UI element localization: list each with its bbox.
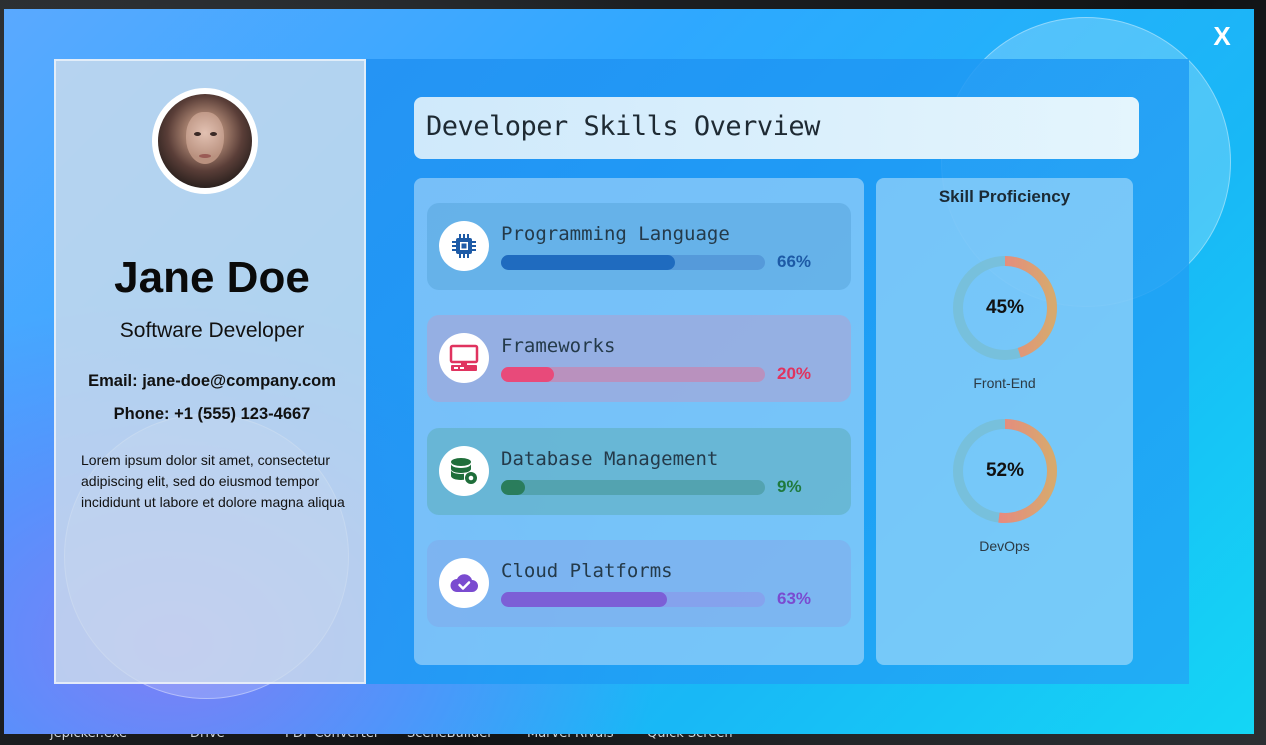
skill-label: Database Management: [501, 448, 719, 470]
skill-label: Frameworks: [501, 335, 616, 357]
skill-percent: 63%: [777, 589, 812, 608]
donut-label: DevOps: [979, 538, 1030, 554]
proficiency-title: Skill Proficiency: [938, 187, 1071, 206]
donut-chart-front-end: 45%: [950, 253, 1060, 363]
skill-percent: 20%: [777, 364, 812, 383]
skill-progress-track: [501, 592, 765, 607]
skills-panel: Programming Language 66% Frameworks 20%: [414, 178, 864, 665]
profile-role: Software Developer: [119, 319, 305, 342]
skill-progress-fill: [501, 367, 554, 382]
skill-progress-track: [501, 367, 765, 382]
avatar: [152, 88, 258, 194]
proficiency-panel: Skill Proficiency 45% Front-End 52% DevO…: [876, 178, 1133, 665]
desktop-computer-icon: [439, 333, 489, 383]
profile-phone: Phone: +1 (555) 123-4667: [113, 405, 311, 423]
skill-label: Cloud Platforms: [501, 560, 673, 582]
close-button[interactable]: X: [1208, 21, 1236, 51]
skill-card-programming-language: Programming Language 66%: [427, 203, 851, 290]
skill-progress-fill: [501, 592, 668, 607]
profile-email: Email: jane-doe@company.com: [88, 372, 336, 390]
database-gear-icon: [439, 446, 489, 496]
skill-progress-fill: [501, 255, 676, 270]
skill-percent: 66%: [777, 252, 812, 271]
skill-progress-fill: [501, 480, 525, 495]
cloud-check-icon: [439, 558, 489, 608]
donut-label: Front-End: [973, 375, 1036, 391]
page-header: Developer Skills Overview: [414, 97, 1139, 159]
skill-card-frameworks: Frameworks 20%: [427, 315, 851, 402]
skill-label: Programming Language: [501, 223, 730, 245]
profile-name: Jane Doe: [114, 253, 310, 302]
skill-progress-track: [501, 480, 765, 495]
profile-bio: Lorem ipsum dolor sit amet, consectetur …: [81, 452, 345, 510]
donut-percent: 52%: [985, 460, 1025, 481]
profile-panel: Jane Doe Software Developer Email: jane-…: [54, 59, 366, 684]
page-title: Developer Skills Overview: [426, 111, 820, 142]
donut-percent: 45%: [985, 297, 1025, 318]
skills-window: X Jane Doe Software Developer Email: jan…: [4, 9, 1254, 734]
skill-card-database-management: Database Management 9%: [427, 428, 851, 515]
skill-progress-track: [501, 255, 765, 270]
skill-percent: 9%: [777, 477, 802, 496]
cpu-chip-icon: [439, 221, 489, 271]
skill-card-cloud-platforms: Cloud Platforms 63%: [427, 540, 851, 627]
donut-chart-devops: 52%: [950, 416, 1060, 526]
